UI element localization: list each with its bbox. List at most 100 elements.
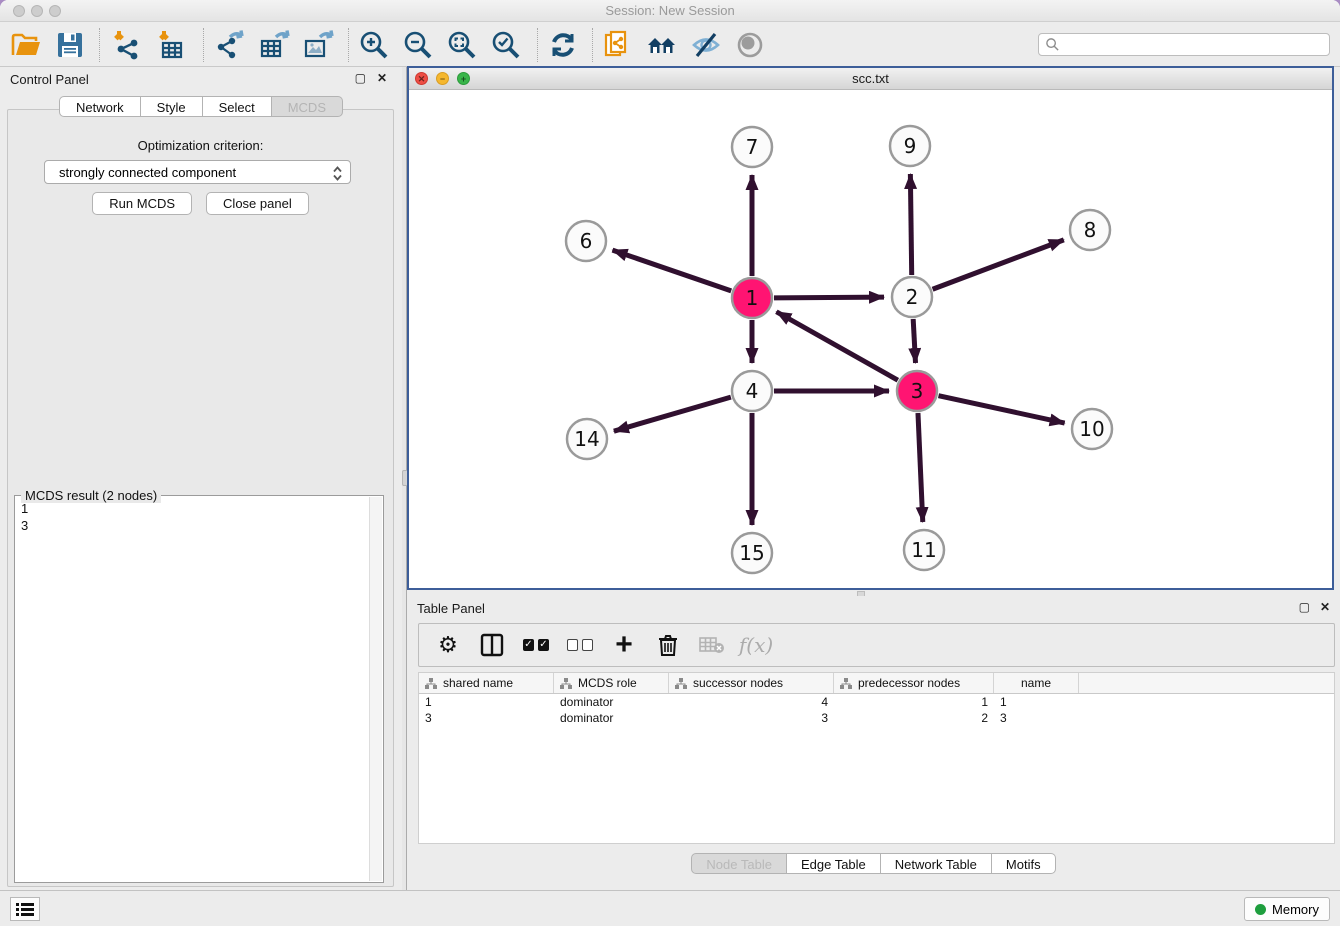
close-table-panel-icon[interactable]: ✕ bbox=[1320, 601, 1330, 613]
delete-column-icon[interactable] bbox=[655, 632, 681, 658]
graph-node-label: 3 bbox=[911, 379, 924, 403]
graph-node-label: 9 bbox=[904, 134, 917, 158]
network-window-titlebar[interactable]: ✕ − + scc.txt bbox=[409, 68, 1332, 90]
duplicate-network-icon[interactable] bbox=[602, 29, 634, 61]
column-header[interactable]: name bbox=[994, 673, 1079, 693]
zoom-selected-icon[interactable] bbox=[490, 29, 522, 61]
column-header-label: successor nodes bbox=[693, 676, 783, 690]
mcds-result-list: 13 bbox=[21, 500, 367, 880]
toolbar-separator bbox=[537, 28, 538, 62]
tab-style[interactable]: Style bbox=[141, 96, 203, 117]
create-column-icon[interactable]: + bbox=[611, 632, 637, 658]
table-cell[interactable]: 1 bbox=[834, 694, 994, 710]
toolbar-separator bbox=[203, 28, 204, 62]
column-header[interactable]: shared name bbox=[419, 673, 554, 693]
optimization-criterion-label: Optimization criterion: bbox=[8, 138, 393, 153]
zoom-in-icon[interactable] bbox=[358, 29, 390, 61]
task-history-button[interactable] bbox=[10, 897, 40, 921]
apply-layout-icon[interactable] bbox=[547, 29, 579, 61]
graph-edge-3-1 bbox=[776, 312, 897, 380]
hierarchy-icon bbox=[840, 678, 852, 689]
table-cell[interactable]: dominator bbox=[554, 710, 669, 726]
tab-motifs[interactable]: Motifs bbox=[992, 853, 1056, 874]
checked-box-icon: ✓ bbox=[523, 639, 534, 651]
graph-node-label: 10 bbox=[1079, 417, 1104, 441]
table-cell[interactable]: 3 bbox=[994, 710, 1079, 726]
table-panel: Table Panel ▢ ✕ ⚙ ✓ ✓ + f(x) bbox=[407, 596, 1340, 890]
control-panel-title: Control Panel bbox=[10, 72, 89, 87]
graph-node-label: 1 bbox=[746, 286, 759, 310]
tab-network-table[interactable]: Network Table bbox=[881, 853, 992, 874]
search-input[interactable] bbox=[1060, 34, 1329, 55]
zoom-out-icon[interactable] bbox=[402, 29, 434, 61]
network-canvas[interactable]: 7968124314101511 bbox=[409, 90, 1332, 588]
export-image-icon[interactable] bbox=[302, 29, 334, 61]
graph-node-label: 6 bbox=[580, 229, 593, 253]
network-graph: 7968124314101511 bbox=[409, 90, 1332, 588]
mcds-result-box: MCDS result (2 nodes) 13 bbox=[14, 495, 384, 883]
table-row[interactable]: 3dominator323 bbox=[419, 710, 1334, 726]
app-title: Session: New Session bbox=[0, 3, 1340, 18]
close-panel-button[interactable]: Close panel bbox=[206, 192, 309, 215]
toolbar-separator bbox=[592, 28, 593, 62]
table-cell[interactable]: 1 bbox=[994, 694, 1079, 710]
column-header-label: shared name bbox=[443, 676, 513, 690]
table-panel-header: Table Panel ▢ ✕ bbox=[407, 596, 1340, 620]
mcds-result-scrollbar[interactable] bbox=[369, 497, 382, 881]
tab-edge-table[interactable]: Edge Table bbox=[787, 853, 881, 874]
table-settings-icon[interactable]: ⚙ bbox=[435, 632, 461, 658]
graph-edge-3-11 bbox=[918, 413, 923, 522]
import-network-icon[interactable] bbox=[110, 29, 142, 61]
function-builder-icon: f(x) bbox=[743, 632, 769, 658]
tab-mcds[interactable]: MCDS bbox=[272, 96, 343, 117]
show-all-icon[interactable] bbox=[734, 29, 766, 61]
table-cell[interactable]: 4 bbox=[669, 694, 834, 710]
select-all-columns-icon[interactable]: ✓ ✓ bbox=[523, 632, 549, 658]
float-panel-icon[interactable]: ▢ bbox=[355, 72, 366, 84]
tab-network[interactable]: Network bbox=[59, 96, 141, 117]
table-header-row: shared name MCDS role successor nodes prede… bbox=[419, 673, 1334, 694]
hierarchy-icon bbox=[560, 678, 572, 689]
optimization-criterion-select[interactable]: strongly connected component bbox=[44, 160, 351, 184]
hide-selected-icon[interactable] bbox=[690, 29, 722, 61]
export-network-icon[interactable] bbox=[214, 29, 246, 61]
run-mcds-button[interactable]: Run MCDS bbox=[92, 192, 192, 215]
mcds-result-line: 3 bbox=[21, 517, 367, 534]
graph-node-label: 4 bbox=[746, 379, 759, 403]
tab-node-table[interactable]: Node Table bbox=[691, 853, 787, 874]
table-cell[interactable]: 3 bbox=[419, 710, 554, 726]
first-neighbors-icon[interactable] bbox=[646, 29, 678, 61]
show-columns-icon[interactable] bbox=[479, 632, 505, 658]
search-field[interactable] bbox=[1038, 33, 1330, 56]
hierarchy-icon bbox=[675, 678, 687, 689]
table-row[interactable]: 1dominator411 bbox=[419, 694, 1334, 710]
zoom-fit-icon[interactable] bbox=[446, 29, 478, 61]
open-session-icon[interactable] bbox=[10, 29, 42, 61]
save-session-icon[interactable] bbox=[54, 29, 86, 61]
app-window: Session: New Session bbox=[0, 0, 1340, 926]
column-header[interactable]: MCDS role bbox=[554, 673, 669, 693]
screen: Session: New Session bbox=[0, 0, 1340, 926]
float-table-panel-icon[interactable]: ▢ bbox=[1299, 601, 1310, 613]
table-cell[interactable]: 1 bbox=[419, 694, 554, 710]
export-table-icon[interactable] bbox=[258, 29, 290, 61]
table-cell[interactable]: 2 bbox=[834, 710, 994, 726]
graph-node-label: 2 bbox=[906, 285, 919, 309]
table-cell[interactable]: 3 bbox=[669, 710, 834, 726]
main-toolbar bbox=[0, 22, 1340, 67]
close-panel-icon[interactable]: ✕ bbox=[377, 72, 387, 84]
status-bar: Memory bbox=[0, 890, 1340, 926]
table-cell[interactable]: dominator bbox=[554, 694, 669, 710]
import-table-icon[interactable] bbox=[155, 29, 187, 61]
memory-button[interactable]: Memory bbox=[1244, 897, 1330, 921]
graph-edge-4-14 bbox=[614, 397, 731, 431]
tab-select[interactable]: Select bbox=[203, 96, 272, 117]
unselect-all-columns-icon[interactable] bbox=[567, 632, 593, 658]
column-header[interactable]: successor nodes bbox=[669, 673, 834, 693]
graph-edge-1-6 bbox=[612, 250, 731, 291]
column-header[interactable]: predecessor nodes bbox=[834, 673, 994, 693]
network-view-window: ✕ − + scc.txt 7968124314101511 bbox=[407, 66, 1334, 590]
graph-node-label: 8 bbox=[1084, 218, 1097, 242]
control-panel-header: Control Panel ▢ ✕ bbox=[0, 67, 402, 91]
column-header-label: name bbox=[1021, 676, 1051, 690]
